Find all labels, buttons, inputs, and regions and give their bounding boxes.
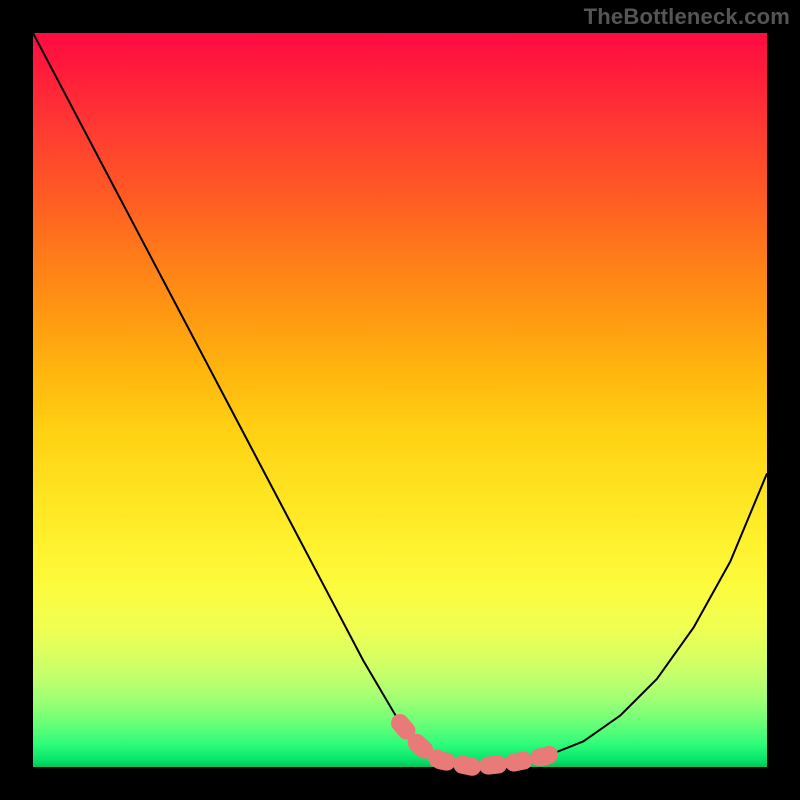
plot-area: [33, 33, 767, 767]
attribution-text: TheBottleneck.com: [584, 4, 790, 30]
bottleneck-curve: [33, 33, 767, 767]
chart-frame: TheBottleneck.com: [0, 0, 800, 800]
plot-svg: [33, 33, 767, 767]
optimal-zone-marker: [400, 723, 562, 767]
